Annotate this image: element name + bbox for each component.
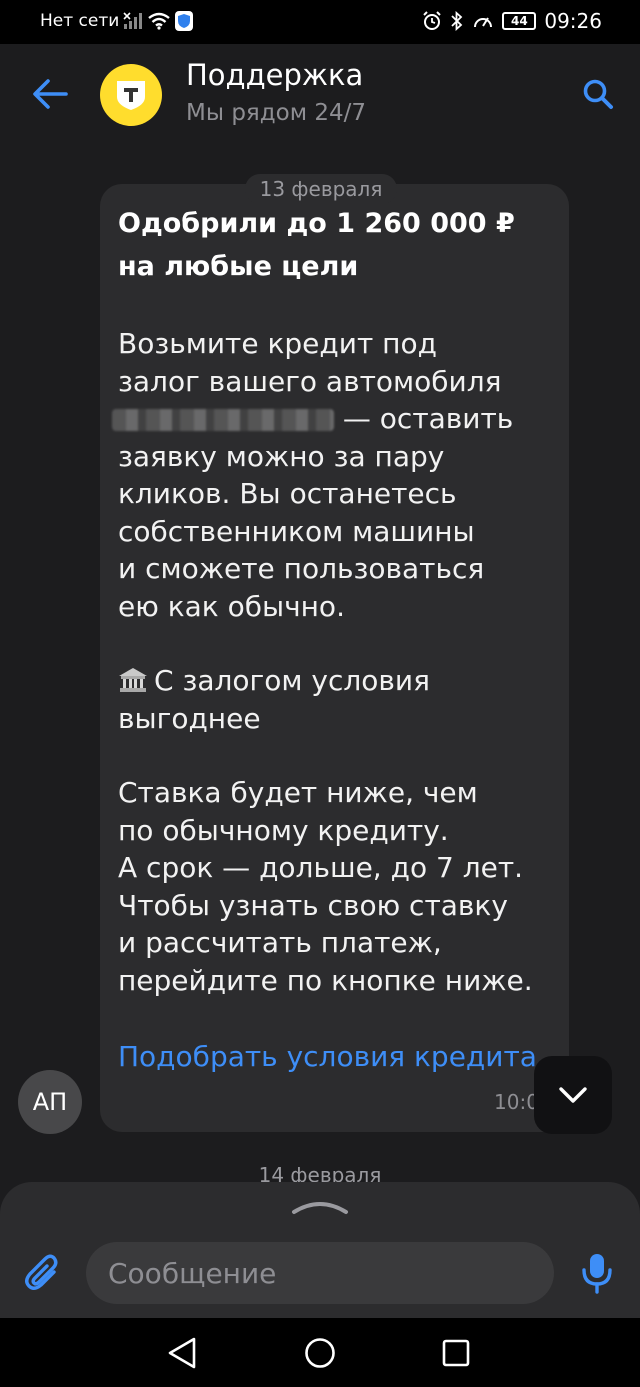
support-avatar[interactable] bbox=[100, 64, 162, 126]
nav-back-icon[interactable] bbox=[166, 1336, 198, 1370]
paperclip-icon[interactable] bbox=[24, 1254, 64, 1294]
bank-icon bbox=[119, 668, 147, 692]
chat-title: Поддержка bbox=[186, 58, 364, 92]
message-time: 10:0 bbox=[494, 1090, 539, 1114]
text-line: заявку можно за пару bbox=[118, 439, 445, 473]
nav-recent-apps-icon[interactable] bbox=[442, 1339, 470, 1367]
chevron-up-icon[interactable] bbox=[290, 1196, 350, 1216]
network-status: Нет сети bbox=[40, 11, 120, 31]
message-bubble[interactable]: Одобрили до 1 260 000 ₽ на любые цели Во… bbox=[100, 184, 569, 1132]
status-left: Нет сети bbox=[40, 11, 194, 31]
scroll-down-button[interactable] bbox=[534, 1056, 612, 1134]
status-right: 44 09:26 bbox=[422, 9, 602, 33]
bluetooth-icon bbox=[451, 11, 463, 31]
text-line: собственником машины bbox=[118, 514, 475, 548]
text-line: и рассчитать платеж, bbox=[118, 926, 442, 959]
user-avatar[interactable]: АП bbox=[18, 1070, 82, 1134]
text-fragment: — оставить bbox=[334, 402, 514, 435]
date-separator: 14 февраля bbox=[258, 1163, 382, 1184]
text-line: перейдите по кнопке ниже. bbox=[118, 963, 533, 997]
speed-icon bbox=[474, 17, 493, 28]
battery-indicator: 44 bbox=[502, 12, 537, 30]
text-line: ею как обычно. bbox=[118, 589, 345, 623]
text-line: залог вашего автомобиля bbox=[118, 364, 502, 398]
text-line: по обычному кредиту. bbox=[118, 813, 449, 847]
text-line: А срок — дольше, до 7 лет. bbox=[118, 851, 524, 884]
chat-subtitle: Мы рядом 24/7 bbox=[186, 100, 367, 126]
system-nav-bar bbox=[0, 1318, 640, 1387]
chevron-down-icon bbox=[559, 1087, 587, 1103]
text-line: выгоднее bbox=[118, 701, 261, 735]
microphone-icon[interactable] bbox=[580, 1252, 614, 1294]
status-time: 09:26 bbox=[544, 9, 602, 33]
signal-icon bbox=[123, 12, 143, 29]
status-bar: Нет сети 44 09:26 bbox=[0, 0, 640, 44]
message-title: Одобрили до 1 260 000 ₽ на любые цели bbox=[118, 208, 515, 282]
composer-panel bbox=[0, 1182, 640, 1318]
text-line: — оставить bbox=[112, 400, 551, 438]
text-line: и сможете пользоваться bbox=[118, 552, 485, 585]
nav-home-icon[interactable] bbox=[304, 1337, 336, 1369]
arrow-left-icon[interactable] bbox=[32, 78, 68, 110]
text-line: Возьмите кредит под bbox=[118, 327, 437, 360]
wifi-icon bbox=[148, 12, 171, 30]
message-paragraph-1: Возьмите кредит под залог вашего автомоб… bbox=[112, 325, 551, 625]
message-paragraph-3: Ставка будет ниже, чем по обычному креди… bbox=[118, 774, 551, 999]
chat-header: Поддержка Мы рядом 24/7 bbox=[0, 44, 640, 144]
text-line: Чтобы узнать свою ставку bbox=[118, 888, 508, 922]
credit-terms-link[interactable]: Подобрать условия кредита bbox=[118, 1040, 548, 1073]
text-line: кликов. Вы останетесь bbox=[118, 477, 457, 510]
message-paragraph-2: С залогом условия выгоднее bbox=[118, 662, 551, 737]
date-separator: 13 февраля bbox=[245, 174, 397, 204]
text-fragment: С залогом условия bbox=[154, 664, 430, 697]
text-line: С залогом условия bbox=[118, 662, 551, 700]
brand-logo-icon bbox=[117, 81, 145, 110]
chat-area[interactable]: Одобрили до 1 260 000 ₽ на любые цели Во… bbox=[0, 144, 640, 1184]
text-line: Ставка будет ниже, чем bbox=[118, 776, 478, 809]
alarm-icon bbox=[423, 11, 442, 30]
search-icon[interactable] bbox=[582, 78, 614, 110]
shield-icon bbox=[175, 11, 194, 31]
message-input[interactable] bbox=[86, 1242, 554, 1304]
redacted-car-model bbox=[112, 409, 334, 431]
